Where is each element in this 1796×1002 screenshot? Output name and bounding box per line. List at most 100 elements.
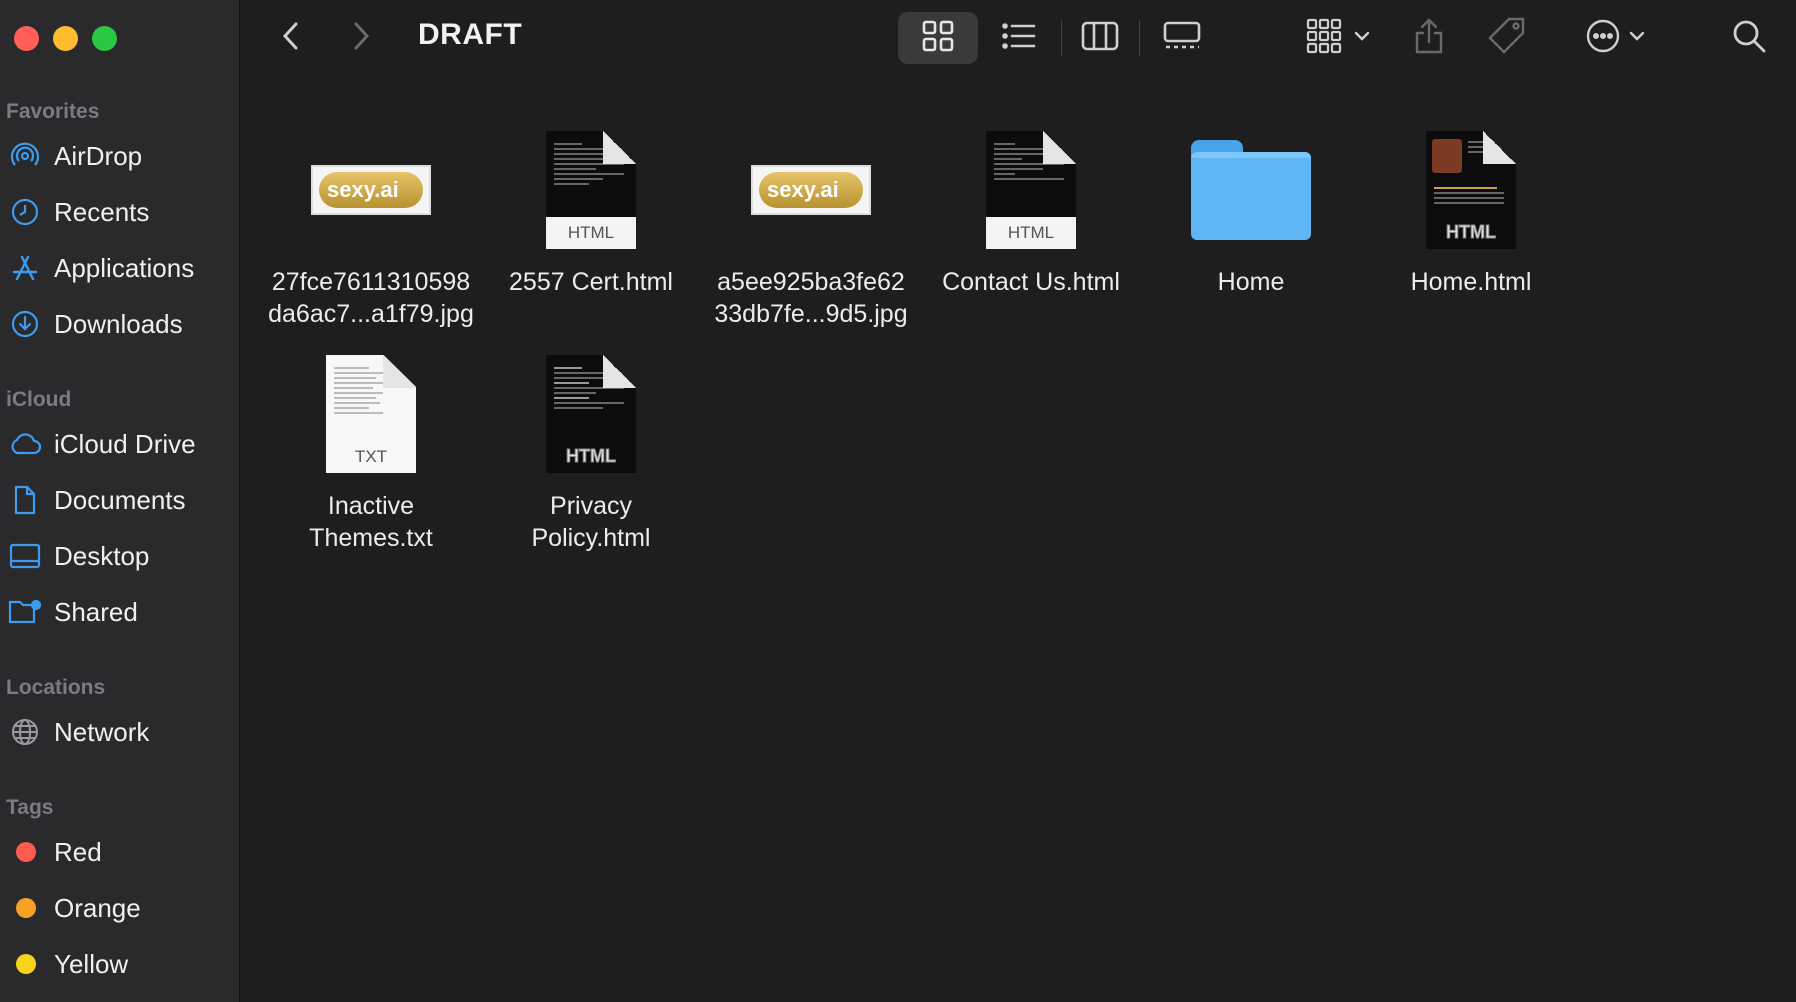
file-item[interactable]: sexy.ai a5ee925ba3fe62 33db7fe...9d5.jpg — [701, 120, 921, 330]
file-item[interactable]: HTML Home.html — [1361, 120, 1581, 298]
icon-view-button[interactable] — [898, 12, 978, 64]
sidebar-item-airdrop[interactable]: AirDrop — [0, 134, 238, 178]
sidebar-item-label: Documents — [54, 484, 186, 515]
image-thumbnail: sexy.ai — [701, 120, 921, 260]
column-view-icon — [1081, 20, 1119, 57]
forward-button[interactable] — [341, 12, 381, 64]
zoom-button[interactable] — [92, 26, 117, 51]
file-name: Home.html — [1410, 268, 1532, 296]
file-type-badge: HTML — [986, 217, 1076, 249]
tag-icon — [1487, 16, 1527, 61]
sidebar-tag-orange[interactable]: Orange — [0, 886, 238, 930]
column-view-button[interactable] — [1070, 12, 1130, 64]
shared-folder-icon — [8, 595, 42, 629]
download-icon — [8, 307, 42, 341]
document-icon — [8, 483, 42, 517]
sidebar-item-label: Desktop — [54, 540, 150, 571]
file-item[interactable]: HTML 2557 Cert.html — [481, 120, 701, 298]
thumbnail-logo-text: sexy.ai — [759, 172, 863, 208]
back-button[interactable] — [271, 12, 311, 64]
sidebar-item-shared[interactable]: Shared — [0, 590, 238, 634]
file-type-badge: HTML — [546, 217, 636, 249]
sidebar-item-label: Recents — [54, 196, 150, 227]
sidebar-tag-red[interactable]: Red — [0, 830, 238, 874]
more-actions-button[interactable] — [1575, 12, 1655, 64]
airdrop-icon — [8, 139, 42, 173]
window-controls — [14, 26, 117, 51]
file-type-badge: HTML — [566, 446, 617, 467]
chevron-left-icon — [280, 20, 302, 57]
tag-color-dot — [16, 842, 36, 862]
sidebar-item-label: Downloads — [54, 308, 183, 339]
html-file-icon: HTML — [921, 120, 1141, 260]
tag-color-dot — [16, 954, 36, 974]
share-button[interactable] — [1409, 12, 1449, 64]
sidebar-item-label: AirDrop — [54, 140, 143, 171]
locations-section-title: Locations — [6, 676, 106, 699]
desktop-icon — [8, 539, 42, 573]
file-item[interactable]: TXT Inactive Themes.txt — [261, 344, 481, 554]
file-type-badge: HTML — [1446, 222, 1497, 243]
folder-item[interactable]: Home — [1141, 120, 1361, 298]
share-icon — [1413, 17, 1445, 60]
folder-title: DRAFT — [418, 18, 523, 51]
html-file-icon: HTML — [481, 120, 701, 260]
group-by-button[interactable] — [1299, 12, 1377, 64]
list-view-icon — [1001, 21, 1037, 56]
sidebar-item-documents[interactable]: Documents — [0, 478, 238, 522]
icloud-section-title: iCloud — [6, 388, 72, 411]
file-name: Contact Us.html — [942, 268, 1120, 296]
file-name: 27fce7611310598 da6ac7...a1f79.jpg — [268, 268, 474, 328]
tag-color-dot — [16, 898, 36, 918]
globe-icon — [8, 715, 42, 749]
sidebar-item-label: Applications — [54, 252, 195, 283]
sidebar-item-icloud-drive[interactable]: iCloud Drive — [0, 422, 238, 466]
list-view-button[interactable] — [989, 12, 1049, 64]
sidebar-item-label: Yellow — [54, 948, 129, 979]
file-item[interactable]: sexy.ai 27fce7611310598 da6ac7...a1f79.j… — [261, 120, 481, 330]
sidebar-tag-yellow[interactable]: Yellow — [0, 942, 238, 986]
file-item[interactable]: HTML Contact Us.html — [921, 120, 1141, 298]
toolbar-divider — [1139, 20, 1140, 56]
chevron-down-icon — [1354, 29, 1370, 47]
file-name: Home — [1217, 268, 1285, 296]
applications-icon — [8, 251, 42, 285]
file-item[interactable]: HTML Privacy Policy.html — [481, 344, 701, 554]
sidebar-item-label: Network — [54, 716, 150, 747]
toolbar-divider — [1061, 20, 1062, 56]
minimize-button[interactable] — [53, 26, 78, 51]
tag-button[interactable] — [1485, 12, 1529, 64]
close-button[interactable] — [14, 26, 39, 51]
file-name: 2557 Cert.html — [509, 268, 673, 296]
gallery-view-icon — [1162, 20, 1202, 57]
file-name: Privacy Policy.html — [531, 492, 651, 552]
gallery-view-button[interactable] — [1150, 12, 1214, 64]
sidebar-item-applications[interactable]: Applications — [0, 246, 238, 290]
html-preview-icon: HTML — [1361, 120, 1581, 260]
sidebar-item-label: iCloud Drive — [54, 428, 196, 459]
sidebar-item-recents[interactable]: Recents — [0, 190, 238, 234]
favorites-section-title: Favorites — [6, 100, 100, 123]
file-name: Inactive Themes.txt — [309, 492, 433, 552]
grid-view-icon — [921, 19, 955, 58]
folder-icon — [1141, 120, 1361, 260]
chevron-right-icon — [350, 20, 372, 57]
chevron-down-icon — [1629, 29, 1645, 47]
file-grid: sexy.ai 27fce7611310598 da6ac7...a1f79.j… — [241, 80, 1796, 1002]
search-icon — [1732, 19, 1766, 58]
image-thumbnail: sexy.ai — [261, 120, 481, 260]
sidebar-item-label: Shared — [54, 596, 138, 627]
cloud-icon — [8, 427, 42, 461]
tags-section-title: Tags — [6, 796, 54, 819]
sidebar-item-downloads[interactable]: Downloads — [0, 302, 238, 346]
file-name: a5ee925ba3fe62 33db7fe...9d5.jpg — [714, 268, 908, 328]
file-type-badge: TXT — [354, 447, 388, 466]
sidebar-item-network[interactable]: Network — [0, 710, 238, 754]
ellipsis-circle-icon — [1585, 18, 1621, 59]
clock-icon — [8, 195, 42, 229]
group-grid-icon — [1306, 18, 1346, 59]
sidebar: Favorites AirDrop Recents Applications D… — [0, 0, 240, 1002]
search-button[interactable] — [1727, 12, 1771, 64]
html-preview-icon: HTML — [481, 344, 701, 484]
sidebar-item-desktop[interactable]: Desktop — [0, 534, 238, 578]
